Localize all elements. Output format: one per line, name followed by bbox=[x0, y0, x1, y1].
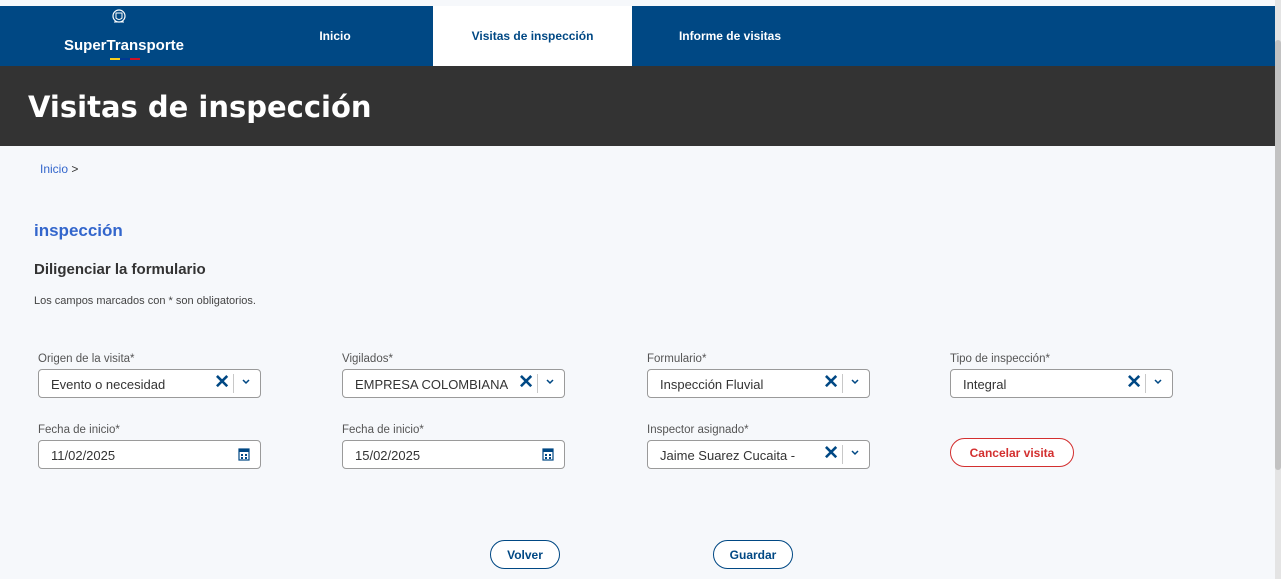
inspector-value: Jaime Suarez Cucaita - bbox=[660, 448, 796, 463]
close-x-icon[interactable]: ✕ bbox=[823, 444, 839, 464]
page-scrollbar[interactable] bbox=[1275, 0, 1281, 579]
chevron-down-icon[interactable] bbox=[1153, 376, 1163, 388]
chevron-down-icon[interactable] bbox=[850, 376, 860, 388]
select-divider bbox=[842, 445, 843, 464]
nav-visitas-de-inspeccion[interactable]: Visitas de inspección bbox=[433, 6, 632, 66]
fecha-inicio-label-1: Fecha de inicio* bbox=[38, 424, 120, 436]
back-button[interactable]: Volver bbox=[490, 540, 560, 569]
inspector-select[interactable]: Jaime Suarez Cucaita - ✕ bbox=[647, 440, 870, 469]
origen-select[interactable]: Evento o necesidad ✕ bbox=[38, 369, 261, 398]
chevron-down-icon[interactable] bbox=[545, 376, 555, 388]
select-divider bbox=[1145, 374, 1146, 393]
close-x-icon[interactable]: ✕ bbox=[518, 373, 534, 393]
flag-stripe bbox=[110, 58, 140, 60]
fecha-inicio-input-2[interactable]: 15/02/2025 bbox=[342, 440, 565, 469]
tipo-inspeccion-value: Integral bbox=[963, 377, 1007, 392]
required-fields-note: Los campos marcados con * son obligatori… bbox=[34, 295, 256, 307]
select-divider bbox=[842, 374, 843, 393]
formulario-select[interactable]: Inspección Fluvial ✕ bbox=[647, 369, 870, 398]
nav-inicio[interactable]: Inicio bbox=[285, 6, 385, 66]
inspector-field: Inspector asignado* Jaime Suarez Cucaita… bbox=[647, 424, 870, 469]
close-x-icon[interactable]: ✕ bbox=[823, 373, 839, 393]
fecha-inicio-field-1: Fecha de inicio* 11/02/2025 bbox=[38, 424, 261, 469]
inspector-label: Inspector asignado* bbox=[647, 424, 749, 436]
tipo-inspeccion-select[interactable]: Integral ✕ bbox=[950, 369, 1173, 398]
breadcrumb-inicio-link[interactable]: Inicio bbox=[40, 162, 68, 176]
brand-name: SuperTransporte bbox=[63, 37, 185, 54]
calendar-icon[interactable] bbox=[542, 447, 554, 461]
select-divider bbox=[537, 374, 538, 393]
section-title: inspección bbox=[34, 221, 123, 240]
formulario-label: Formulario* bbox=[647, 353, 707, 365]
fecha-inicio-value-2: 15/02/2025 bbox=[355, 448, 421, 463]
page-title-bar: Visitas de inspección bbox=[0, 66, 1275, 146]
chevron-down-icon[interactable] bbox=[850, 447, 860, 459]
close-x-icon[interactable]: ✕ bbox=[214, 373, 230, 393]
fecha-inicio-input-1[interactable]: 11/02/2025 bbox=[38, 440, 261, 469]
cancel-visit-button[interactable]: Cancelar visita bbox=[950, 438, 1074, 467]
formulario-field: Formulario* Inspección Fluvial ✕ bbox=[647, 353, 870, 398]
vigilados-select[interactable]: EMPRESA COLOMBIANA ✕ bbox=[342, 369, 565, 398]
fecha-inicio-field-2: Fecha de inicio* 15/02/2025 bbox=[342, 424, 565, 469]
origen-value: Evento o necesidad bbox=[51, 377, 166, 392]
page-title: Visitas de inspección bbox=[28, 90, 372, 124]
chevron-down-icon[interactable] bbox=[241, 376, 251, 388]
origen-field: Origen de la visita* Evento o necesidad … bbox=[38, 353, 261, 398]
close-x-icon[interactable]: ✕ bbox=[1126, 373, 1142, 393]
scrollbar-thumb[interactable] bbox=[1275, 40, 1281, 470]
supertransporte-logo[interactable]: SuperTransporte bbox=[60, 6, 190, 66]
vigilados-field: Vigilados* EMPRESA COLOMBIANA ✕ bbox=[342, 353, 565, 398]
coat-of-arms-icon bbox=[112, 9, 126, 23]
breadcrumb-separator: > bbox=[71, 162, 79, 176]
tipo-inspeccion-field: Tipo de inspección* Integral ✕ bbox=[950, 353, 1173, 398]
origen-label: Origen de la visita* bbox=[38, 353, 135, 365]
select-divider bbox=[233, 374, 234, 393]
nav-informe-de-visitas[interactable]: Informe de visitas bbox=[660, 6, 800, 66]
calendar-icon[interactable] bbox=[238, 447, 250, 461]
vigilados-value: EMPRESA COLOMBIANA bbox=[355, 377, 509, 392]
form-title: Diligenciar la formulario bbox=[34, 261, 206, 278]
fecha-inicio-label-2: Fecha de inicio* bbox=[342, 424, 424, 436]
save-button[interactable]: Guardar bbox=[713, 540, 793, 569]
vigilados-label: Vigilados* bbox=[342, 353, 393, 365]
fecha-inicio-value-1: 11/02/2025 bbox=[51, 448, 116, 463]
tipo-inspeccion-label: Tipo de inspección* bbox=[950, 353, 1050, 365]
top-navbar: SuperTransporte Inicio Visitas de inspec… bbox=[0, 6, 1275, 66]
formulario-value: Inspección Fluvial bbox=[660, 377, 764, 392]
breadcrumb: Inicio > bbox=[40, 162, 78, 176]
